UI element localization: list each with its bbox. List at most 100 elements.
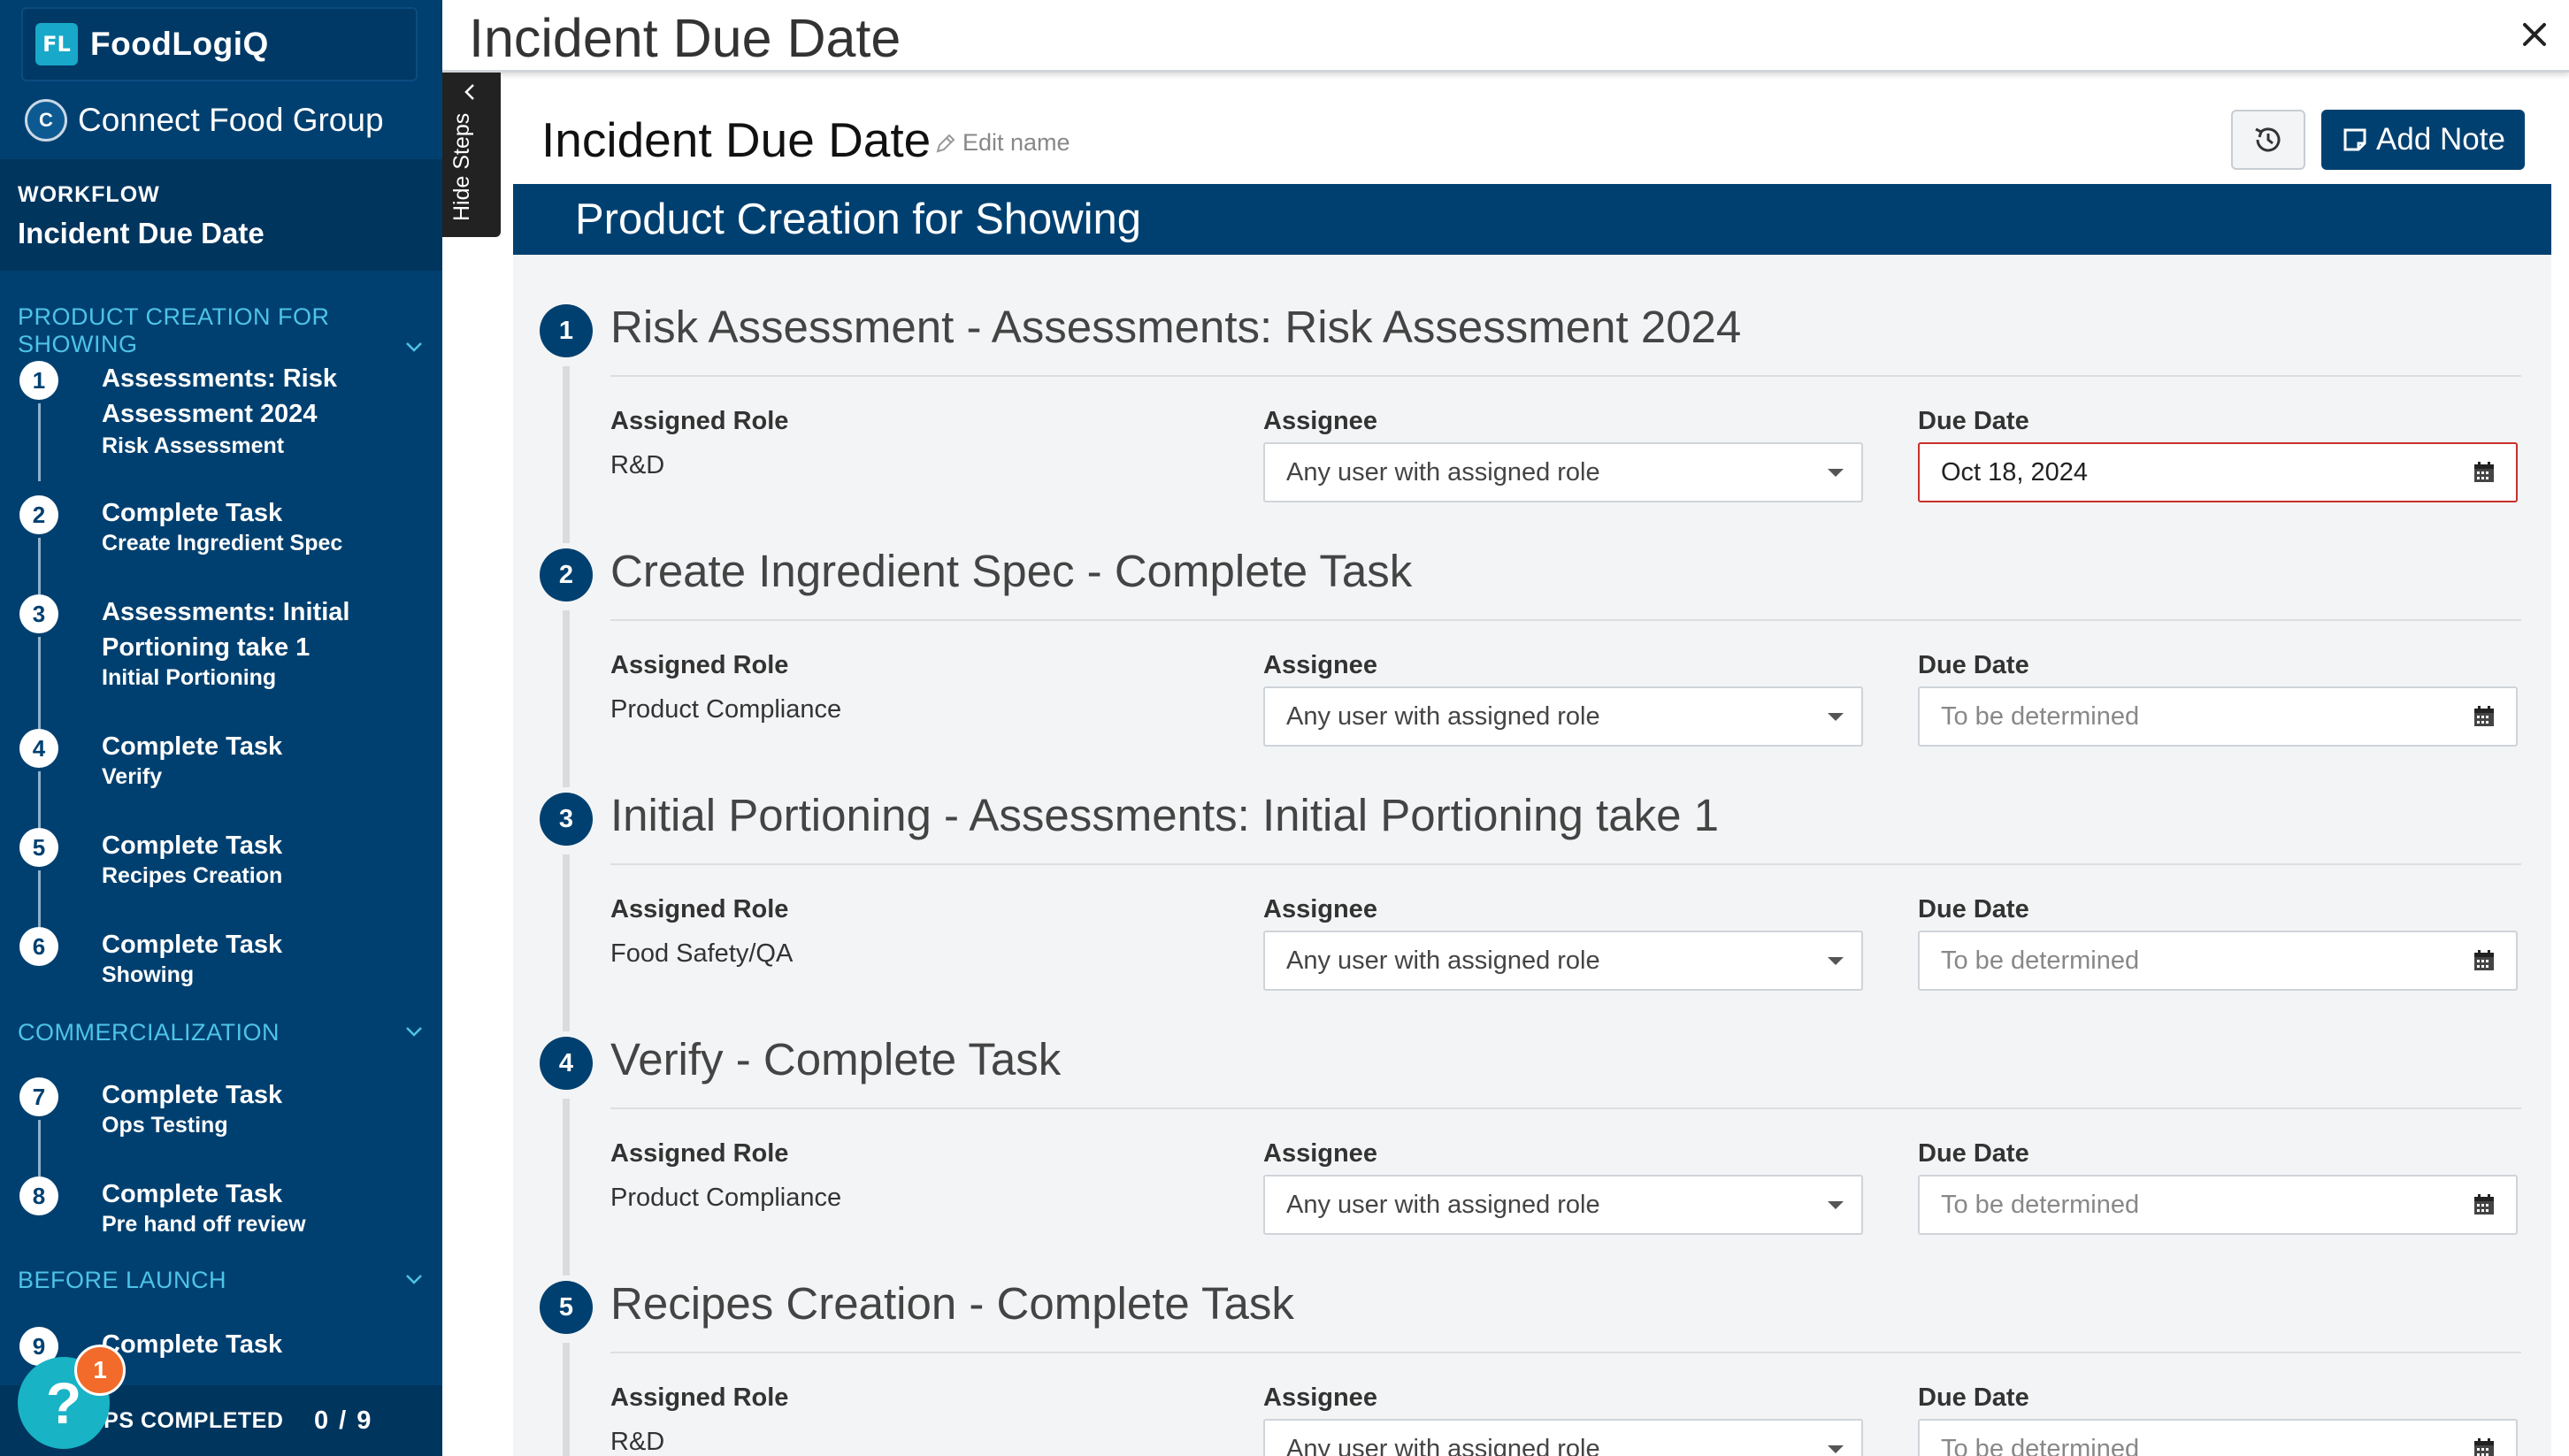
step-subtitle: Verify [102,764,163,789]
main-content: Incident Due Date Edit name Add Note Pro… [513,76,2557,1456]
section-title: COMMERCIALIZATION [18,1019,280,1046]
due-date-input[interactable]: To be determined [1918,931,2518,991]
caret-down-icon [1828,469,1844,477]
organization-icon: C [25,99,67,142]
workflow-label: WORKFLOW [18,182,160,207]
assignee-label: Assignee [1263,895,1377,923]
task-number: 3 [540,793,593,846]
task-number: 5 [540,1281,593,1334]
step-number: 4 [19,729,58,768]
due-date-label: Due Date [1918,407,2029,435]
note-icon [2343,128,2366,151]
step-title: Assessments: Risk Assessment 2024 [102,364,337,428]
step-title: Complete Task [102,1081,283,1109]
due-date-placeholder: To be determined [1941,1191,2140,1219]
modal-header: Incident Due Date [442,0,2569,73]
calendar-icon[interactable] [2472,948,2496,973]
section-header-product-creation[interactable]: PRODUCT CREATION FOR SHOWING [18,303,433,358]
edit-name-label: Edit name [962,129,1070,156]
step-connector [38,637,41,729]
step-title: Assessments: Initial Portioning take 1 [102,598,350,662]
organization-switcher[interactable]: C Connect Food Group [25,96,384,145]
section-header-before-launch[interactable]: BEFORE LAUNCH [18,1267,433,1294]
step-number: 8 [19,1176,58,1215]
assigned-role-value: R&D [610,1428,665,1456]
step-number: 6 [19,927,58,966]
due-date-placeholder: To be determined [1941,702,2140,731]
task-number: 2 [540,548,593,602]
history-button[interactable] [2231,110,2305,170]
divider [610,619,2521,621]
due-date-input[interactable]: To be determined [1918,1419,2518,1456]
assignee-select[interactable]: Any user with assigned role [1263,1419,1863,1456]
task-rail [563,854,570,1031]
step-connector [38,1120,41,1176]
task-title: Create Ingredient Spec - Complete Task [610,546,1413,596]
assignee-value: Any user with assigned role [1286,946,1600,975]
assignee-value: Any user with assigned role [1286,702,1600,731]
due-date-label: Due Date [1918,895,2029,923]
due-date-value: Oct 18, 2024 [1941,458,2089,487]
due-date-input[interactable]: Oct 18, 2024 [1918,442,2518,502]
section-title: PRODUCT CREATION FOR SHOWING [18,303,330,357]
section-header-commercialization[interactable]: COMMERCIALIZATION [18,1019,433,1046]
assigned-role-value: R&D [610,451,665,479]
step-subtitle: Initial Portioning [102,665,277,690]
step-number: 3 [19,594,58,633]
assigned-role-label: Assigned Role [610,895,789,923]
step-title: Complete Task [102,499,283,527]
workflow-info: WORKFLOW Incident Due Date [0,159,442,271]
due-date-label: Due Date [1918,1139,2029,1168]
task-title: Initial Portioning - Assessments: Initia… [610,790,1719,840]
hide-steps-label: Hide Steps [449,112,474,221]
assignee-select[interactable]: Any user with assigned role [1263,686,1863,747]
task-rail [563,366,570,543]
help-notification-badge: 1 [74,1345,126,1396]
due-date-input[interactable]: To be determined [1918,1175,2518,1235]
hide-steps-toggle[interactable]: Hide Steps [442,73,501,237]
assigned-role-label: Assigned Role [610,1383,789,1412]
chevron-down-icon[interactable] [405,1270,423,1288]
due-date-input[interactable]: To be determined [1918,686,2518,747]
assignee-select[interactable]: Any user with assigned role [1263,931,1863,991]
workflow-sidebar: FL FoodLogiQ C Connect Food Group WORKFL… [0,0,442,1456]
edit-name-link[interactable]: Edit name [934,129,1070,157]
brand-name: FoodLogiQ [90,26,269,62]
workflow-name: Incident Due Date [18,217,265,249]
due-date-placeholder: To be determined [1941,1435,2140,1456]
step-subtitle: Recipes Creation [102,863,283,888]
add-note-button[interactable]: Add Note [2321,110,2525,170]
step-subtitle: Ops Testing [102,1113,228,1138]
step-title: Complete Task [102,1180,283,1208]
step-subtitle: Pre hand off review [102,1212,306,1237]
calendar-icon[interactable] [2472,1437,2496,1456]
caret-down-icon [1828,1445,1844,1453]
due-date-placeholder: To be determined [1941,946,2140,975]
pencil-icon [936,134,955,152]
calendar-icon[interactable] [2472,460,2496,485]
close-icon[interactable] [2519,19,2550,50]
caret-down-icon [1828,1201,1844,1209]
assignee-value: Any user with assigned role [1286,1191,1600,1219]
assignee-select[interactable]: Any user with assigned role [1263,442,1863,502]
organization-name: Connect Food Group [78,102,384,138]
task-number: 4 [540,1037,593,1090]
assignee-select[interactable]: Any user with assigned role [1263,1175,1863,1235]
step-subtitle: Risk Assessment [102,433,285,458]
steps-completed-count: 0 / 9 [314,1406,373,1435]
chevron-down-icon[interactable] [405,338,423,356]
calendar-icon[interactable] [2472,1192,2496,1217]
calendar-icon[interactable] [2472,704,2496,729]
assignee-value: Any user with assigned role [1286,458,1600,487]
divider [610,1107,2521,1109]
step-connector [38,538,41,594]
chevron-down-icon[interactable] [405,1023,423,1040]
add-note-label: Add Note [2376,122,2505,157]
task-rail [563,610,570,787]
assignee-label: Assignee [1263,407,1377,435]
task-title: Risk Assessment - Assessments: Risk Asse… [610,302,1742,352]
step-title: Complete Task [102,1330,283,1359]
brand-header[interactable]: FL FoodLogiQ [21,7,418,81]
assignee-label: Assignee [1263,1383,1377,1412]
step-connector [38,403,41,481]
